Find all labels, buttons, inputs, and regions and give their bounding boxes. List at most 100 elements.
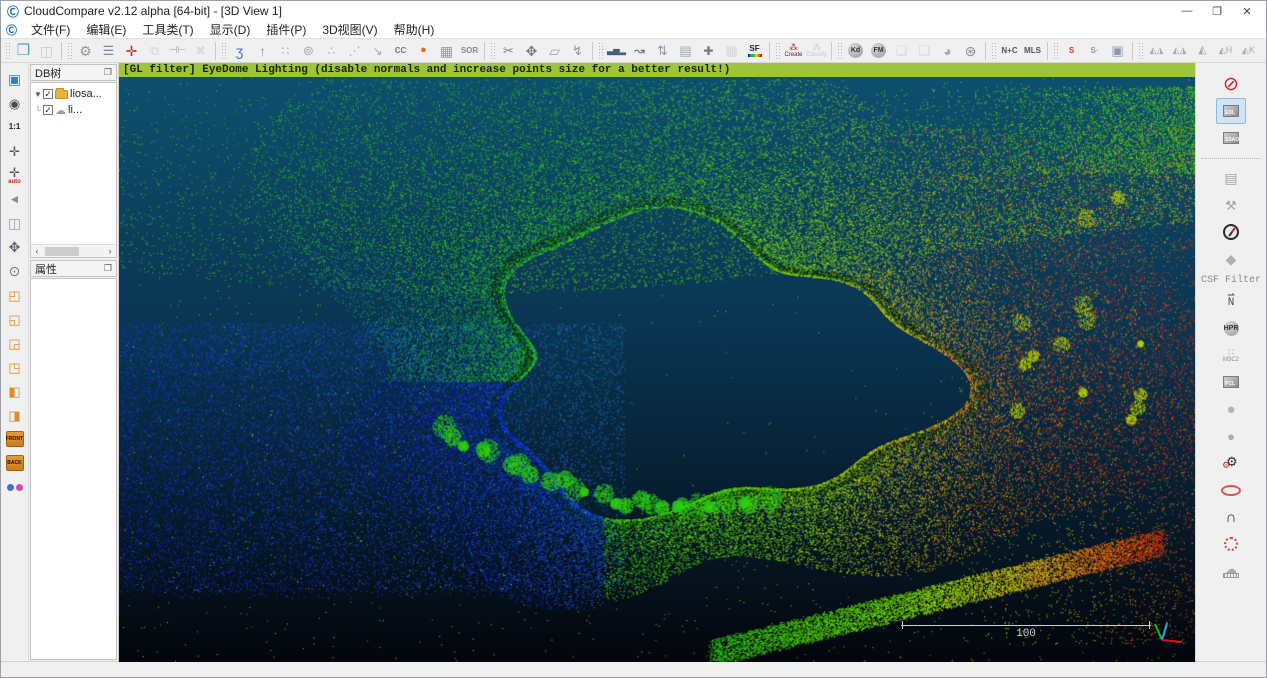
checkerboard-button[interactable]: ▦ [435,40,458,62]
ransac-blob-button[interactable]: ● [1216,423,1246,449]
spline-dots-button[interactable]: S· [1083,40,1106,62]
menu-item-2[interactable]: 工具类(T) [134,22,201,38]
menu-item-3[interactable]: 显示(D) [202,22,259,38]
db-tree-float-icon[interactable]: ❐ [104,67,112,78]
facets-4-button[interactable]: ◭H [1214,40,1237,62]
root-checkbox[interactable]: ✓ [43,89,53,99]
fm-tool-button[interactable]: FM [867,40,890,62]
primitive-factory-button[interactable]: ⚙ [74,40,97,62]
scroll-thumb[interactable] [45,247,79,256]
view-iso-1-button[interactable]: ◧ [3,379,27,403]
view-back-button[interactable]: BACK [3,451,27,475]
toolbar-grip[interactable] [221,42,226,60]
view-top-button[interactable]: ◰ [3,283,27,307]
clipping-box-button[interactable]: ▱ [543,40,566,62]
cork-gears-button[interactable]: ⚙⚙ [1216,450,1246,476]
properties-float-icon[interactable]: ❐ [104,263,112,274]
minimize-button[interactable]: — [1172,2,1202,20]
canupo-create-button[interactable]: ⁂Create [782,40,805,62]
pan-mode-button[interactable]: ✥ [3,235,27,259]
clean-broom-button[interactable]: ⚒ [1216,192,1246,218]
menu-item-5[interactable]: 3D视图(V) [314,22,385,38]
zoom-1-1-button[interactable]: 1:1 [3,115,27,139]
add-constant-button[interactable]: ✚ [697,40,720,62]
scissors-segment-button[interactable]: ✂ [497,40,520,62]
sor-filter-button[interactable]: SOR [458,40,481,62]
apply-transformation-button[interactable]: ☰ [97,40,120,62]
stereo-mode-button[interactable] [3,475,27,499]
open-button[interactable]: ❒ [12,40,35,62]
view-iso-2-button[interactable]: ◨ [3,403,27,427]
cc-letters-button[interactable]: CC [389,40,412,62]
compute-normals-button[interactable]: ↑ [251,40,274,62]
close-button[interactable]: ✕ [1232,2,1262,20]
view-front-button[interactable]: FRONT [3,427,27,451]
toolbar-grip[interactable] [837,42,842,60]
curve-plot-button[interactable]: ↝ [628,40,651,62]
wire-globe-button[interactable]: ⊛ [959,40,982,62]
interpolate-button[interactable]: ↘ [366,40,389,62]
compass-button[interactable] [1216,219,1246,245]
calculator-button[interactable]: ▦ [720,40,743,62]
file-export-2-button[interactable]: ❏ [913,40,936,62]
merge-button[interactable]: ⊣⊢ [166,40,189,62]
noise-filter-button[interactable]: ⋰ [343,40,366,62]
tree-row-child[interactable]: └ ✓ ☁ li... [33,102,116,118]
view-mode-cube-button[interactable]: ◫ [3,211,27,235]
canupo-classify-button[interactable]: ⁂Classify [805,40,828,62]
toolbar-grip[interactable] [1053,42,1058,60]
menu-item-0[interactable]: 文件(F) [23,22,78,38]
toolbar-grip[interactable] [67,42,72,60]
menu-item-1[interactable]: 编辑(E) [78,22,134,38]
min-max-button[interactable]: ⇅ [651,40,674,62]
zoom-tool-button[interactable]: ⊙ [3,259,27,283]
cloud-ruler-button[interactable]: ☁ [1216,558,1246,584]
label-marker-button[interactable]: ● [412,40,435,62]
cloud-canvas[interactable] [119,77,1195,662]
ellipse-tool-button[interactable] [1216,477,1246,503]
gl-filter-ssao-button[interactable]: SSAO [1216,125,1246,151]
sample-points-button[interactable]: ∷ [274,40,297,62]
view-left-button[interactable]: ◲ [3,331,27,355]
toolbar-grip[interactable] [490,42,495,60]
maximize-button[interactable]: ❐ [1202,2,1232,20]
screenshot-camera-button[interactable]: ◉ [3,91,27,115]
toolbar-grip[interactable] [1138,42,1143,60]
view-right-button[interactable]: ◳ [3,355,27,379]
file-export-1-button[interactable]: ❏ [890,40,913,62]
gl-filter-edl-button[interactable]: EDL [1216,98,1246,124]
scroll-track[interactable] [43,247,104,256]
menu-item-4[interactable]: 插件(P) [258,22,314,38]
csf-shield-button[interactable]: ◆ [1216,246,1246,272]
translate-rotate-button[interactable]: ✥ [520,40,543,62]
facets-5-button[interactable]: ◭K [1237,40,1260,62]
display-settings-button[interactable]: ▣ [3,67,27,91]
scroll-right-icon[interactable]: › [104,246,116,256]
toolbar-grip[interactable] [991,42,996,60]
hpr-button[interactable]: HPR [1216,315,1246,341]
tree-hscrollbar[interactable]: ‹ › [31,244,116,257]
pcl-button[interactable]: PCL [1216,369,1246,395]
normals-plus-colors-button[interactable]: N+C [998,40,1021,62]
view-bottom-button[interactable]: ◱ [3,307,27,331]
scroll-left-icon[interactable]: ‹ [31,246,43,256]
toolbar-grip[interactable] [5,42,10,60]
save-button[interactable]: ◫ [35,40,58,62]
delete-button[interactable]: ✖ [189,40,212,62]
tree-expander-icon[interactable]: ▼ [33,90,43,99]
animation-button[interactable]: ▤ [1216,165,1246,191]
mls-smoothing-button[interactable]: MLS [1021,40,1044,62]
toolbar-grip[interactable] [775,42,780,60]
kd-tree-button[interactable]: Kd [844,40,867,62]
facets-1-button[interactable]: ◭◮ [1145,40,1168,62]
trace-polyline-button[interactable]: ʒ [228,40,251,62]
box-arrow-button[interactable]: ▣ [1106,40,1129,62]
child-checkbox[interactable]: ✓ [43,105,53,115]
point-picking-button[interactable]: ✛ [120,40,143,62]
global-zoom-button[interactable]: ✛ [3,139,27,163]
pick-rotation-center-button[interactable]: ◄ [3,187,27,211]
facets-2-button[interactable]: ◭◮ [1168,40,1191,62]
root-label[interactable]: liosa... [70,88,102,100]
dotted-ring-button[interactable] [1216,531,1246,557]
m3c2-button[interactable]: ∷M3C2 [1216,342,1246,368]
